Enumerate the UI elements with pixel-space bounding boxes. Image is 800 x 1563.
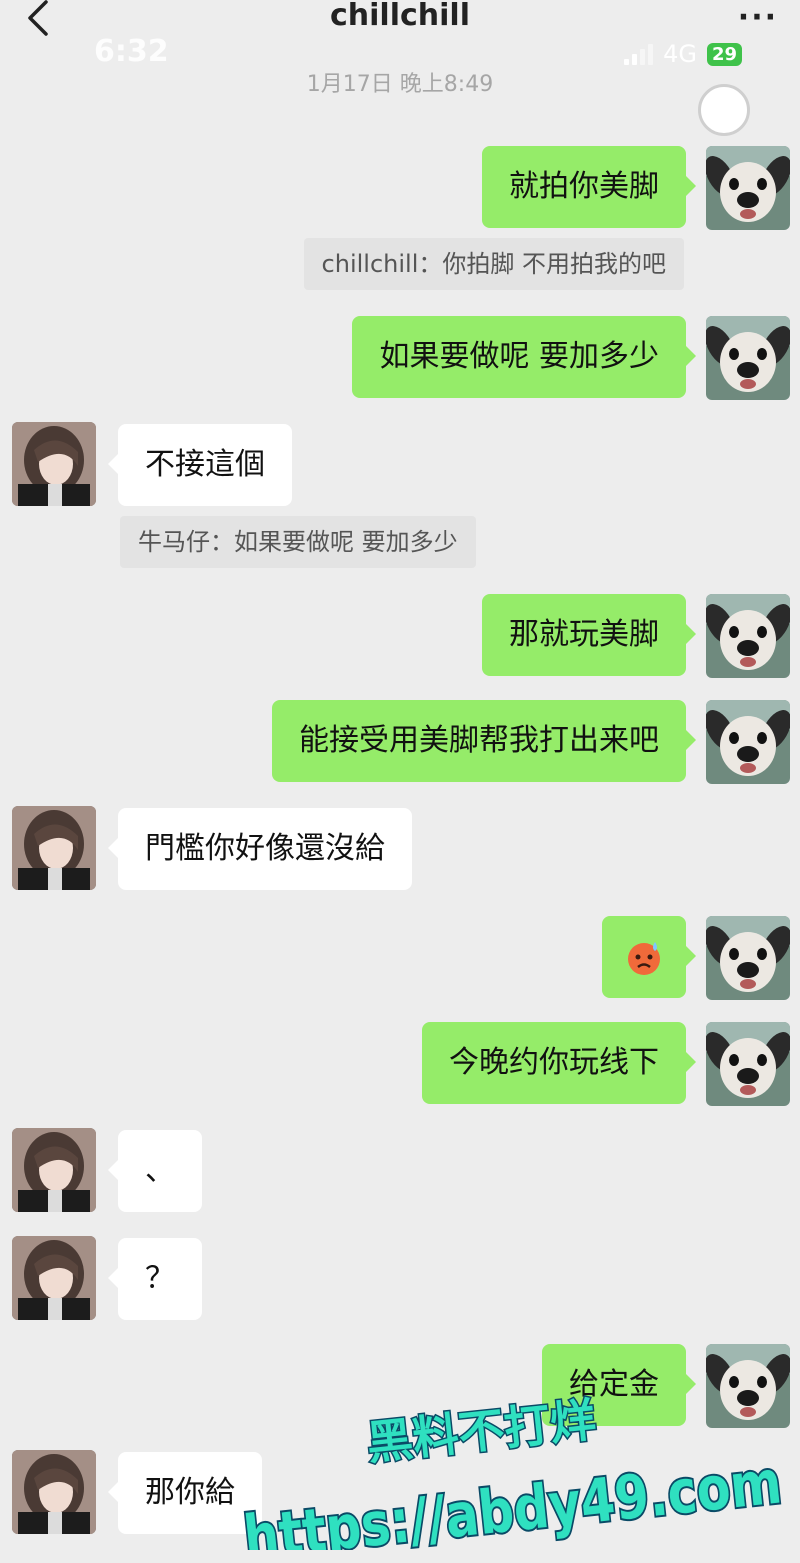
my-avatar[interactable] (706, 916, 790, 1000)
contact-avatar[interactable] (12, 1236, 96, 1320)
status-time: 6:32 (94, 34, 169, 69)
message-timestamp: 1月17日 晚上8:49 (306, 72, 494, 97)
my-message-bubble[interactable]: 给定金 (542, 1344, 696, 1426)
my-message-bubble[interactable]: 能接受用美脚帮我打出来吧 (272, 700, 696, 782)
network-type: 4G (663, 40, 697, 68)
my-message-bubble[interactable]: 如果要做呢 要加多少 (352, 316, 696, 398)
my-avatar[interactable] (706, 1344, 790, 1428)
my-avatar[interactable] (706, 1022, 790, 1106)
chat-title: chillchill (330, 0, 470, 33)
my-avatar[interactable] (706, 594, 790, 678)
my-avatar[interactable] (706, 700, 790, 784)
more-options-button[interactable]: ··· (738, 0, 778, 35)
battery-icon: 29 (706, 42, 742, 66)
signal-icon (624, 43, 654, 65)
status-indicators: 4G 29 (624, 40, 742, 68)
quoted-message[interactable]: chillchill：你拍脚 不用拍我的吧 (303, 238, 684, 290)
my-message-bubble[interactable]: 今晚约你玩线下 (422, 1022, 696, 1104)
contact-avatar[interactable] (12, 1128, 96, 1212)
contact-avatar[interactable] (12, 1450, 96, 1534)
quoted-message[interactable]: 牛马仔：如果要做呢 要加多少 (120, 516, 476, 568)
contact-message-bubble[interactable]: 、 (108, 1130, 202, 1212)
contact-message-bubble[interactable]: ？ (108, 1238, 202, 1320)
contact-message-bubble[interactable]: 門檻你好像還沒給 (108, 808, 412, 890)
floating-circle-button[interactable] (698, 84, 750, 136)
my-avatar[interactable] (706, 316, 790, 400)
contact-avatar[interactable] (12, 422, 96, 506)
watermark-line2: https://abdy49.com (241, 1447, 785, 1550)
contact-message-bubble[interactable]: 不接這個 (108, 424, 292, 506)
my-avatar[interactable] (706, 146, 790, 230)
sweat-emoji-icon (628, 941, 660, 975)
my-message-bubble[interactable]: 就拍你美脚 (482, 146, 696, 228)
my-message-bubble[interactable]: 那就玩美脚 (482, 594, 696, 676)
contact-message-bubble[interactable]: 那你給 (108, 1452, 262, 1534)
my-emoji-bubble[interactable] (602, 916, 696, 998)
contact-avatar[interactable] (12, 806, 96, 890)
